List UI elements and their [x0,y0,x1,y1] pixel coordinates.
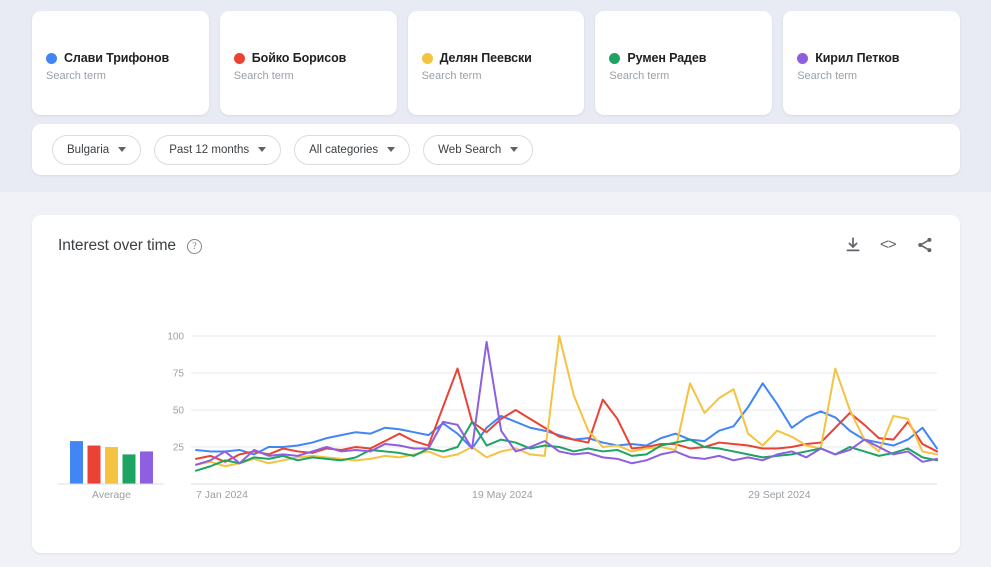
x-axis-tick-label: 19 May 2024 [472,489,533,501]
search-term-heading: Румен Радев [609,51,764,65]
category-filter[interactable]: All categories [294,134,411,165]
interest-over-time-chart: 25 50 75 100 7 Jan 2024 19 May 2024 29 Sept 20… [58,332,938,501]
filter-label: All categories [309,143,379,156]
search-terms-row: Слави Трифонов Search term Бойко Борисов Se… [32,11,960,115]
search-term-label: Кирил Петков [815,51,900,65]
search-term-type: Search term [421,70,482,82]
average-bar-4 [122,454,136,484]
y-axis-tick-label: 50 [173,406,185,417]
search-term-type: Search term [797,70,858,82]
region-filter[interactable]: Bulgaria [52,134,142,165]
filter-label: Bulgaria [67,143,110,156]
search-term-card-4[interactable]: Румен Радев Search term [595,11,773,115]
average-bar-1 [70,441,83,484]
chevron-down-icon [258,147,267,152]
search-term-content: Слави Трифонов Search term [46,51,201,82]
search-term-label: Румен Радев [627,51,707,65]
search-term-card-1[interactable]: Слави Трифонов Search term [32,11,209,115]
search-type-filter[interactable]: Web Search [423,134,534,165]
x-axis-tick-label: 29 Sept 2024 [748,489,811,501]
search-term-heading: Делян Пеевски [421,51,577,65]
search-term-heading: Бойко Борисов [233,51,389,65]
series-line-4 [195,420,938,472]
y-axis-tick-label: 25 [173,443,185,454]
search-term-content: Румен Радев Search term [609,51,764,82]
search-term-type: Search term [46,70,106,82]
average-bar-3 [105,447,118,484]
search-term-content: Бойко Борисов Search term [233,51,389,82]
series-color-dot [609,52,621,64]
search-term-label: Слави Трифонов [64,51,170,65]
series-line-5 [195,340,938,466]
filter-bar: Bulgaria Past 12 months All categories Web … [32,124,960,175]
search-term-card-2[interactable]: Бойко Борисов Search term [219,11,397,115]
search-term-type: Search term [233,70,294,82]
interest-over-time-card: Interest over time ? <> 25 50 75 100 7 Jan 2… [32,215,960,553]
average-bar-5 [140,451,153,484]
time-range-filter[interactable]: Past 12 months [154,134,282,165]
x-axis-tick-label: 7 Jan 2024 [196,489,248,501]
series-color-dot [421,52,433,64]
search-term-card-3[interactable]: Делян Пеевски Search term [407,11,585,115]
average-bar-2 [87,445,101,484]
y-axis-tick-label: 75 [173,369,185,380]
search-term-content: Кирил Петков Search term [797,51,952,82]
series-color-dot [797,52,809,64]
search-term-label: Делян Пеевски [439,51,532,65]
chevron-down-icon [510,147,519,152]
series-color-dot [46,52,57,64]
search-term-content: Делян Пеевски Search term [421,51,577,82]
chevron-down-icon [387,147,396,152]
search-term-label: Бойко Борисов [251,51,347,65]
search-term-heading: Слави Трифонов [46,51,201,65]
y-axis-tick-label: 100 [167,332,184,343]
series-color-dot [233,52,245,64]
chevron-down-icon [118,147,127,152]
search-term-card-5[interactable]: Кирил Петков Search term [783,11,960,115]
search-term-heading: Кирил Петков [797,51,952,65]
search-term-type: Search term [609,70,670,82]
average-label: Average [92,489,131,501]
google-trends-page: Слави Трифонов Search term Бойко Борисов Se… [0,0,991,567]
filter-label: Web Search [438,143,502,156]
filter-label: Past 12 months [169,143,250,156]
